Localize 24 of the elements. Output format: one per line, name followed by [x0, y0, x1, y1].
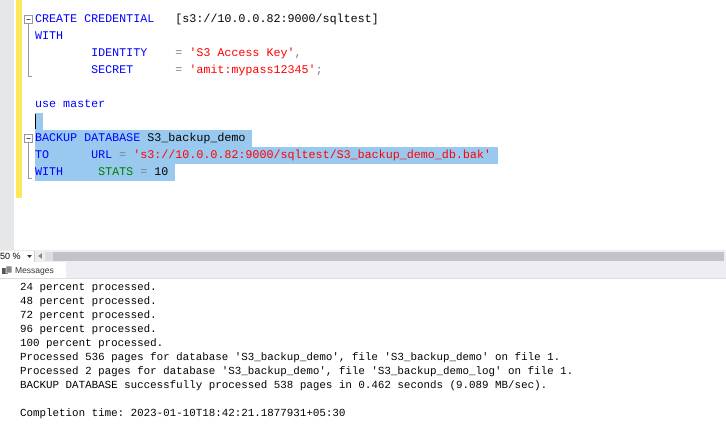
code-line: CREATE CREDENTIAL [s3://10.0.0.82:9000/sqltest]	[35, 11, 379, 28]
code-line: WITH	[35, 28, 64, 45]
message-line: 24 percent processed.	[20, 281, 158, 295]
code-line: SECRET = 'amit:mypass12345';	[90, 62, 323, 79]
code-line: IDENTITY = 'S3 Access Key',	[90, 45, 302, 62]
message-line: Processed 536 pages for database 'S3_backup_demo', file 'S3_backup_demo' on file 1.	[20, 351, 562, 365]
messages-tab[interactable]: Messages	[0, 262, 66, 278]
message-line: 48 percent processed.	[20, 295, 158, 309]
fold-end-line	[28, 62, 32, 77]
scroll-left-icon[interactable]	[38, 253, 42, 259]
caret-icon	[26, 254, 32, 258]
collapse-icon[interactable]	[24, 134, 33, 147]
messages-icon	[2, 266, 12, 274]
code-line: use master	[35, 96, 106, 113]
message-line: BACKUP DATABASE successfully processed 538 pages in 0.462 seconds (9.089 MB/sec).	[20, 379, 548, 393]
completion-time: Completion time: 2023-01-10T18:42:21.1877931+05:30	[20, 407, 346, 421]
fold-line	[28, 147, 29, 164]
message-line: Processed 2 pages for database 'S3_backup_demo', file 'S3_backup_demo_log' on file 1.	[20, 365, 574, 379]
fold-end-line	[28, 164, 32, 179]
message-line: 100 percent processed.	[20, 337, 164, 351]
zoom-dropdown[interactable]: 50 %	[0, 250, 35, 262]
message-line: 72 percent processed.	[20, 309, 158, 323]
collapse-icon[interactable]	[24, 15, 33, 28]
message-line: 96 percent processed.	[20, 323, 158, 337]
